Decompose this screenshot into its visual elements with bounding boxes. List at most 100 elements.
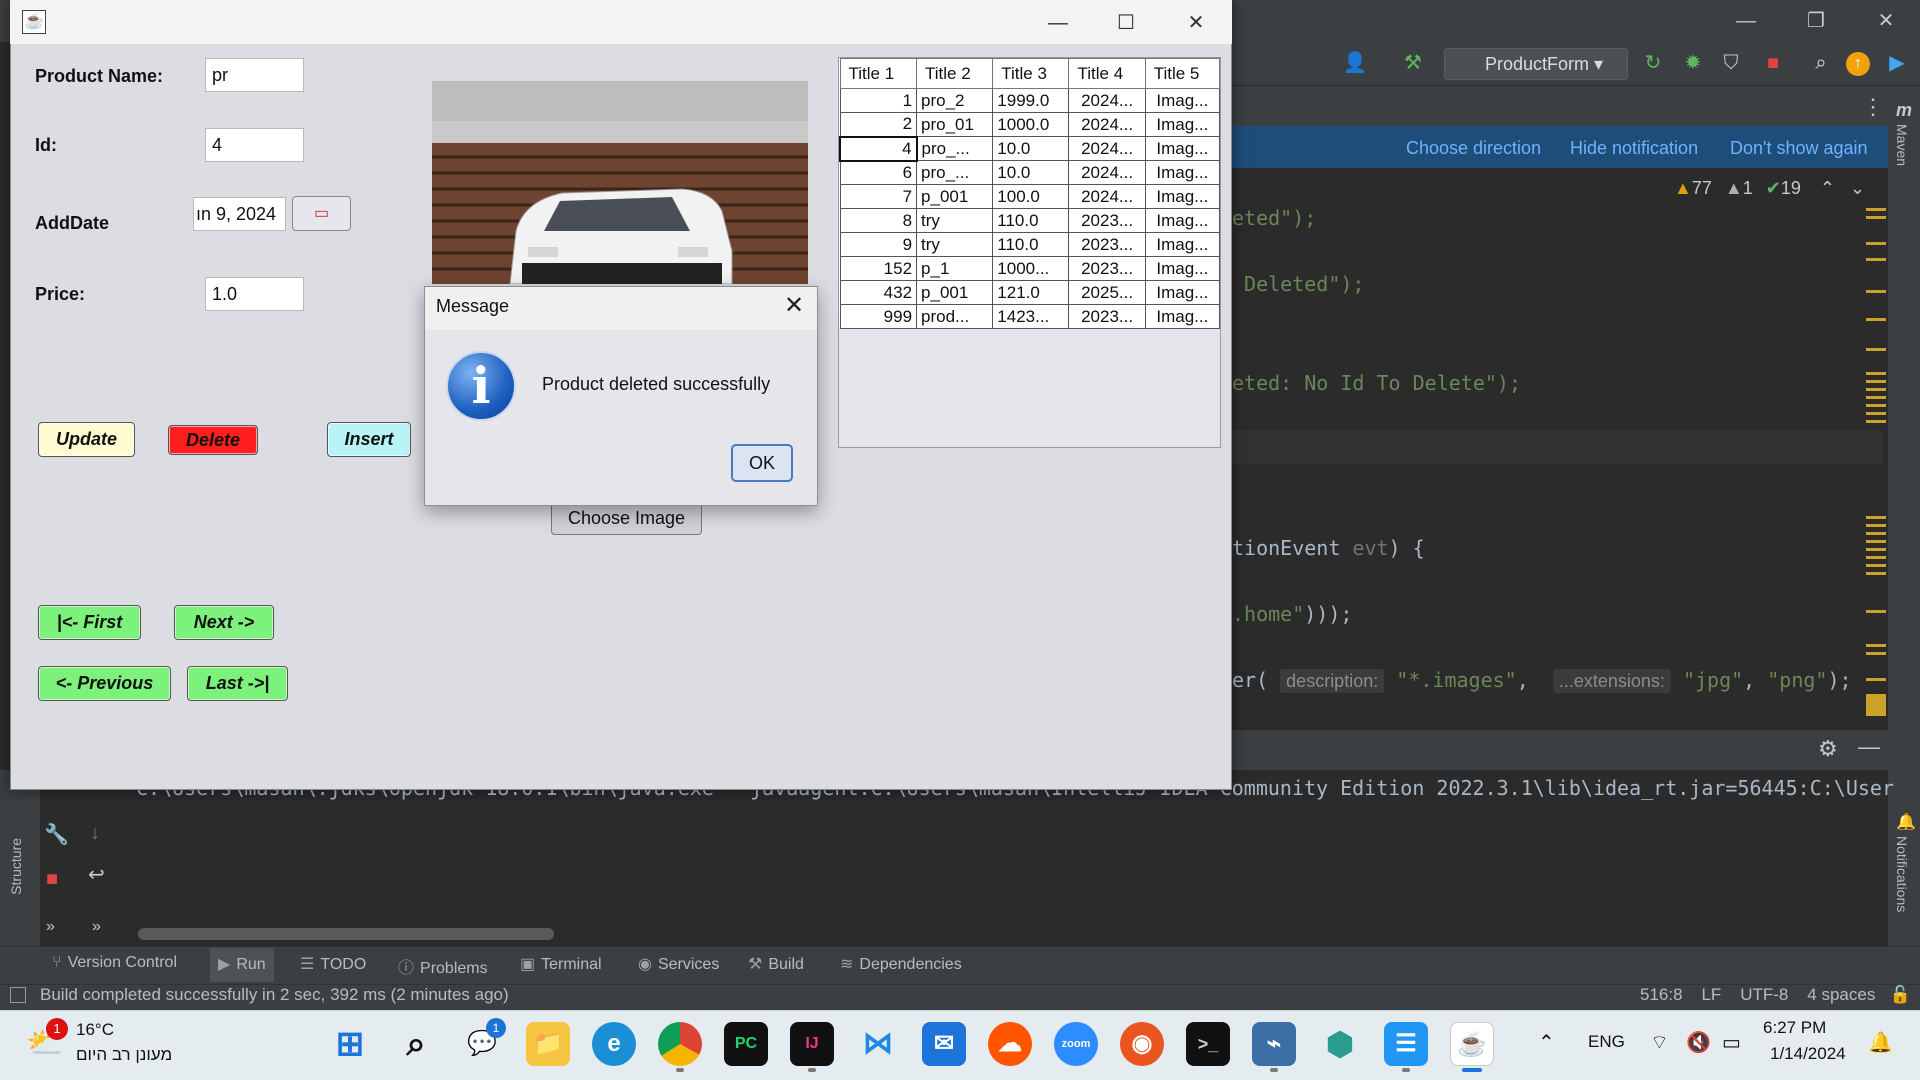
tab-terminal[interactable]: ▣ Terminal bbox=[520, 954, 602, 974]
file-encoding[interactable]: UTF-8 bbox=[1740, 985, 1788, 1004]
user-icon[interactable]: 👤 bbox=[1342, 50, 1368, 76]
coverage-icon[interactable]: ⛉ bbox=[1718, 50, 1744, 76]
column-header[interactable]: Title 3 bbox=[992, 58, 1070, 89]
file-explorer-icon[interactable]: 📁 bbox=[526, 1022, 570, 1066]
caret-position[interactable]: 516:8 bbox=[1640, 985, 1683, 1004]
product-name-field[interactable] bbox=[205, 58, 304, 92]
insert-button[interactable]: Insert bbox=[327, 422, 411, 457]
prev-highlight-icon[interactable]: ⌃ bbox=[1820, 178, 1835, 198]
volume-muted-icon[interactable]: 🔇 bbox=[1686, 1030, 1711, 1055]
choose-direction-link[interactable]: Choose direction bbox=[1406, 138, 1541, 159]
calendar-button[interactable]: ▭ bbox=[292, 196, 351, 231]
app-minimize-button[interactable]: — bbox=[1030, 8, 1086, 38]
rerun-icon[interactable]: ↻ bbox=[1640, 50, 1666, 76]
id-field[interactable] bbox=[205, 128, 304, 162]
products-table[interactable]: Title 1 Title 2 Title 3 Title 4 Title 5 … bbox=[838, 57, 1221, 448]
intellij-icon[interactable]: IJ bbox=[790, 1022, 834, 1066]
first-button[interactable]: |<- First bbox=[38, 605, 141, 640]
mail-icon[interactable]: ✉ bbox=[922, 1022, 966, 1066]
table-row[interactable]: 7 p_001 100.0 2024... Imag... bbox=[839, 184, 1221, 209]
ok-button[interactable]: OK bbox=[731, 444, 793, 482]
edge-icon[interactable]: e bbox=[592, 1022, 636, 1066]
table-row[interactable]: 2 pro_01 1000.0 2024... Imag... bbox=[839, 112, 1221, 137]
app-maximize-button[interactable]: ☐ bbox=[1098, 8, 1154, 38]
hex-app-icon[interactable]: ⬢ bbox=[1318, 1022, 1362, 1066]
table-row[interactable]: 8 try 110.0 2023... Imag... bbox=[839, 208, 1221, 233]
table-row[interactable]: 9 try 110.0 2023... Imag... bbox=[839, 232, 1221, 257]
build-hammer-icon[interactable]: ⚒ bbox=[1400, 50, 1426, 76]
soundcloud-icon[interactable]: ☁ bbox=[988, 1022, 1032, 1066]
run-config-select[interactable]: ProductForm ▾ bbox=[1444, 48, 1628, 80]
structure-tab[interactable]: Structure bbox=[8, 838, 24, 895]
indent-setting[interactable]: 4 spaces bbox=[1807, 985, 1875, 1004]
chrome-icon[interactable] bbox=[658, 1022, 702, 1066]
column-header[interactable]: Title 1 bbox=[839, 58, 918, 89]
update-icon[interactable]: ↑ bbox=[1846, 52, 1870, 76]
last-button[interactable]: Last ->| bbox=[187, 666, 288, 701]
dont-show-again-link[interactable]: Don't show again bbox=[1730, 138, 1868, 159]
tab-build[interactable]: ⚒ Build bbox=[748, 954, 804, 974]
battery-icon[interactable]: ▭ bbox=[1722, 1030, 1741, 1055]
expand-icon[interactable]: » bbox=[46, 918, 55, 936]
more-tools-icon[interactable]: » bbox=[92, 918, 101, 936]
column-header[interactable]: Title 2 bbox=[916, 58, 994, 89]
table-row[interactable]: 152 p_1 1000... 2023... Imag... bbox=[839, 256, 1221, 281]
inspection-widget[interactable]: ▲77 ▲1 ✔19 ⌃ ⌄ bbox=[1674, 178, 1865, 199]
choose-image-button[interactable]: Choose Image bbox=[551, 502, 702, 535]
remote-app-icon[interactable]: ⌁ bbox=[1252, 1022, 1296, 1066]
search-icon[interactable]: ⌕ bbox=[1808, 50, 1834, 76]
next-button[interactable]: Next -> bbox=[174, 605, 274, 640]
more-icon[interactable]: ⋮ bbox=[1862, 94, 1884, 120]
panel-toggle-icon[interactable] bbox=[10, 987, 26, 1003]
start-button[interactable]: ⊞ bbox=[328, 1022, 372, 1066]
ide-restore-button[interactable]: ❐ bbox=[1788, 4, 1844, 38]
hide-notification-link[interactable]: Hide notification bbox=[1570, 138, 1698, 159]
wifi-icon[interactable]: ⌔ bbox=[1650, 1030, 1669, 1055]
status-message[interactable]: Build completed successfully in 2 sec, 3… bbox=[40, 985, 509, 1005]
weather-description[interactable]: מעונן רב היום bbox=[76, 1045, 172, 1065]
debug-icon[interactable]: ✹ bbox=[1680, 50, 1706, 76]
tab-version-control[interactable]: ⑂ Version Control bbox=[52, 954, 177, 972]
error-stripe[interactable] bbox=[1866, 200, 1886, 720]
column-header[interactable]: Title 5 bbox=[1144, 58, 1221, 89]
tab-todo[interactable]: ☰ TODO bbox=[300, 954, 366, 974]
pycharm-icon[interactable]: PC bbox=[724, 1022, 768, 1066]
clock-date[interactable]: 1/14/2024 bbox=[1770, 1044, 1846, 1064]
ubuntu-icon[interactable]: ◉ bbox=[1120, 1022, 1164, 1066]
table-row[interactable]: 1 pro_2 1999.0 2024... Imag... bbox=[839, 88, 1221, 113]
tab-services[interactable]: ◉ Services bbox=[638, 954, 719, 974]
column-header[interactable]: Title 4 bbox=[1068, 58, 1146, 89]
notepad-icon[interactable]: ☰ bbox=[1384, 1022, 1428, 1066]
app-close-button[interactable]: ✕ bbox=[1168, 8, 1224, 38]
table-row[interactable]: 432 p_001 121.0 2025... Imag... bbox=[839, 280, 1221, 305]
dialog-close-button[interactable]: ✕ bbox=[774, 290, 814, 322]
price-field[interactable] bbox=[205, 277, 304, 311]
console-scrollbar[interactable] bbox=[138, 928, 554, 940]
previous-button[interactable]: <- Previous bbox=[38, 666, 171, 701]
lock-icon[interactable]: 🔓 bbox=[1890, 985, 1911, 1004]
ide-minimize-button[interactable]: — bbox=[1718, 4, 1774, 38]
tab-run[interactable]: ▶ Run bbox=[210, 948, 274, 982]
ide-close-button[interactable]: ✕ bbox=[1858, 4, 1914, 38]
wrench-icon[interactable]: 🔧 bbox=[44, 822, 69, 847]
update-button[interactable]: Update bbox=[38, 422, 135, 457]
next-highlight-icon[interactable]: ⌄ bbox=[1850, 178, 1865, 198]
maven-tab[interactable]: Maven bbox=[1894, 124, 1910, 166]
settings-gear-icon[interactable]: ⚙ bbox=[1818, 736, 1838, 762]
delete-button[interactable]: Delete bbox=[168, 425, 258, 455]
input-language[interactable]: ENG bbox=[1588, 1032, 1625, 1052]
bell-icon[interactable]: 🔔 bbox=[1896, 812, 1916, 832]
clock-time[interactable]: 6:27 PM bbox=[1763, 1018, 1826, 1038]
table-row[interactable]: 6 pro_... 10.0 2024... Imag... bbox=[839, 160, 1221, 185]
tray-chevron-icon[interactable]: ⌃ bbox=[1538, 1030, 1555, 1055]
soft-wrap-icon[interactable]: ↩ bbox=[88, 862, 105, 887]
terminal-app-icon[interactable]: >_ bbox=[1186, 1022, 1230, 1066]
notification-bell-icon[interactable]: 🔔 bbox=[1868, 1030, 1893, 1055]
table-row-selected[interactable]: 4 pro_... 10.0 2024... Imag... bbox=[839, 135, 1221, 162]
maven-icon[interactable]: m bbox=[1896, 100, 1912, 121]
plugin-icon[interactable]: ▶ bbox=[1884, 50, 1910, 76]
add-date-field[interactable] bbox=[193, 197, 286, 231]
vscode-icon[interactable]: ⋈ bbox=[856, 1022, 900, 1066]
stop-run-icon[interactable]: ■ bbox=[46, 868, 58, 891]
notifications-tab[interactable]: Notifications bbox=[1894, 836, 1910, 912]
